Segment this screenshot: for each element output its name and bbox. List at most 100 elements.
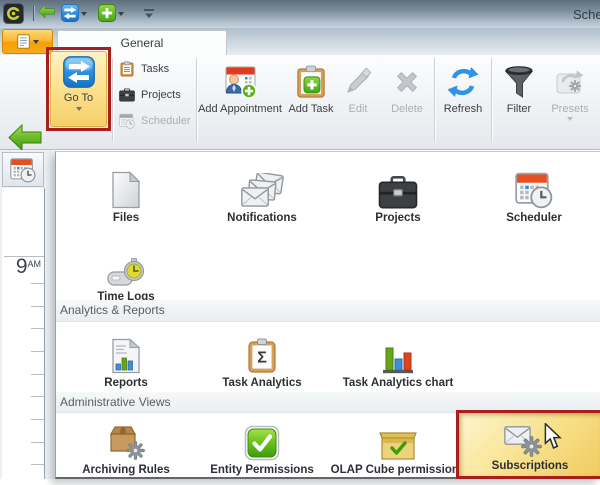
scheduler-button[interactable]: Scheduler — [116, 109, 194, 133]
menu-item-label: Projects — [330, 212, 466, 224]
quick-access-separator — [33, 6, 35, 21]
application-menu-caret — [33, 40, 39, 47]
time-ruler: 9 AM — [2, 188, 45, 479]
menu-item-label: Task Analytics — [194, 377, 330, 389]
add-icon — [98, 4, 116, 22]
add-appointment-label: Add Appointment — [198, 103, 282, 115]
goto-label: Go To — [64, 92, 93, 104]
goto-button[interactable]: Go To — [50, 51, 107, 127]
scheduler-left-panel: 9 AM — [0, 150, 55, 479]
add-task-button[interactable]: Add Task — [285, 58, 337, 146]
add-appointment-button[interactable]: Add Appointment — [197, 58, 283, 146]
ribbon-separator — [434, 58, 436, 142]
go-to-icon — [61, 4, 79, 22]
scheduler-view-button[interactable] — [2, 152, 44, 187]
quick-access-back-button[interactable] — [38, 4, 55, 19]
box-gear-icon — [58, 417, 194, 461]
customize-quick-access-toolbar-icon — [143, 8, 155, 19]
scheduler-calendar-icon — [119, 113, 135, 129]
menu-item-olap-cube-permissions[interactable]: OLAP Cube permissions — [330, 417, 466, 476]
scheduler-label: Scheduler — [141, 115, 191, 127]
tasks-clipboard-icon — [119, 61, 135, 77]
time-meridiem: AM — [28, 259, 42, 269]
filter-label: Filter — [507, 103, 531, 115]
projects-label: Projects — [141, 89, 181, 101]
add-appointment-icon — [223, 62, 257, 102]
envelopes-icon — [194, 165, 330, 209]
add-task-label: Add Task — [288, 103, 333, 115]
sigma-clipboard-icon: Σ — [194, 330, 330, 374]
quick-access-goto-button[interactable] — [61, 4, 87, 22]
time-tick — [31, 442, 44, 443]
quick-access-add-button[interactable] — [98, 4, 124, 22]
time-tick — [31, 464, 44, 465]
menu-item-task-analytics-chart[interactable]: Task Analytics chart — [330, 330, 466, 389]
delete-label: Delete — [391, 103, 423, 115]
menu-item-archiving-rules[interactable]: Archiving Rules — [58, 417, 194, 476]
mouse-cursor — [544, 423, 563, 450]
tasks-button[interactable]: Tasks — [116, 57, 194, 81]
time-tick — [31, 351, 44, 352]
titlebar: Sche — [0, 0, 600, 28]
green-check-icon — [194, 417, 330, 461]
refresh-label: Refresh — [444, 103, 483, 115]
goto-dropdown-menu: Files Notifications Projects Scheduler — [55, 151, 600, 479]
edit-button[interactable]: Edit — [338, 58, 378, 146]
refresh-icon — [447, 62, 479, 102]
menu-item-label: Archiving Rules — [58, 464, 194, 476]
menu-item-reports[interactable]: Reports — [58, 330, 194, 389]
presets-icon — [554, 62, 586, 102]
time-tick — [31, 283, 44, 284]
menu-item-scheduler[interactable]: Scheduler — [466, 165, 600, 224]
menu-item-files[interactable]: Files — [58, 165, 194, 224]
time-hour: 9 — [16, 257, 28, 277]
filter-funnel-icon — [504, 62, 534, 102]
edit-pencil-icon — [343, 62, 373, 102]
briefcase-icon — [330, 165, 466, 209]
ribbon-separator — [491, 58, 493, 142]
time-tick — [31, 419, 44, 420]
time-tick — [31, 396, 44, 397]
delete-button[interactable]: Delete — [383, 58, 431, 146]
menu-item-notifications[interactable]: Notifications — [194, 165, 330, 224]
edit-label: Edit — [349, 103, 368, 115]
add-dropdown-caret — [118, 12, 124, 19]
menu-item-label: OLAP Cube permissions — [330, 464, 466, 476]
delete-x-icon — [392, 62, 422, 102]
presets-dropdown-caret — [567, 117, 573, 124]
menu-item-projects[interactable]: Projects — [330, 165, 466, 224]
application-menu-icon — [17, 34, 30, 49]
svg-text:Σ: Σ — [257, 350, 267, 367]
menu-item-entity-permissions[interactable]: Entity Permissions — [194, 417, 330, 476]
time-label: 9 AM — [16, 257, 41, 277]
application-menu-button[interactable] — [2, 29, 53, 54]
menu-item-task-analytics[interactable]: Σ Task Analytics — [194, 330, 330, 389]
ribbon-separator — [112, 58, 114, 142]
stopwatch-icon — [58, 244, 194, 288]
refresh-button[interactable]: Refresh — [439, 58, 487, 146]
menu-item-time-logs[interactable]: Time Logs — [58, 244, 194, 303]
filter-button[interactable]: Filter — [496, 58, 542, 146]
tasks-label: Tasks — [141, 63, 169, 75]
goto-dropdown-caret — [76, 107, 82, 114]
menu-item-label: Entity Permissions — [194, 464, 330, 476]
time-tick — [31, 328, 44, 329]
app-logo-icon — [3, 3, 24, 24]
menu-item-label: Notifications — [194, 212, 330, 224]
window-bottom-edge — [0, 479, 600, 485]
menu-item-label: Files — [58, 212, 194, 224]
time-tick — [31, 374, 44, 375]
presets-label: Presets — [551, 103, 588, 115]
presets-button[interactable]: Presets — [545, 58, 595, 146]
goto-dropdown-caret — [81, 12, 87, 19]
file-icon — [58, 165, 194, 209]
bar-chart-icon — [330, 330, 466, 374]
menu-item-label: Reports — [58, 377, 194, 389]
projects-briefcase-icon — [119, 88, 135, 102]
time-tick — [31, 306, 44, 307]
add-task-icon — [296, 62, 326, 102]
calendar-clock-icon — [466, 165, 600, 209]
projects-button[interactable]: Projects — [116, 83, 194, 107]
customize-quick-access-toolbar-button[interactable] — [143, 8, 155, 19]
section-header-analytics-reports: Analytics & Reports — [56, 300, 600, 322]
